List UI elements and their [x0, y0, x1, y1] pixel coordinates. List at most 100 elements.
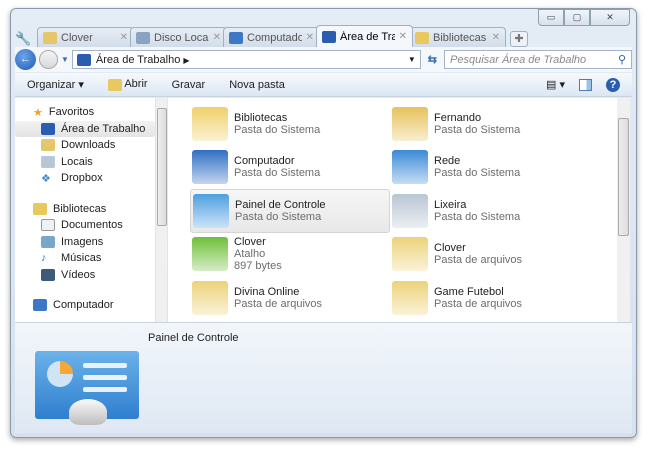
sidebar-item-area-de-trabalho[interactable]: Área de Trabalho — [15, 120, 155, 137]
desktop-icon — [76, 53, 91, 66]
minimize-button[interactable]: ▭ — [538, 9, 564, 26]
file-item[interactable]: Painel de Controle Pasta do Sistema — [190, 189, 390, 233]
maximize-button[interactable]: ▢ — [564, 9, 590, 26]
close-tab-icon[interactable]: ✕ — [213, 32, 221, 43]
command-bar: Organizar ▾ Abrir Gravar Nova pasta ▤ ▾ … — [15, 73, 632, 97]
window-controls: ▭ ▢ ✕ — [538, 9, 630, 26]
file-item[interactable]: Divina Online Pasta de arquivos — [190, 276, 390, 320]
file-item[interactable]: Rede Pasta do Sistema — [390, 146, 590, 190]
tab-area-de-trabalho[interactable]: Área de Traba...✕ — [316, 25, 413, 47]
item-type: Pasta de arquivos — [434, 297, 523, 310]
item-type: Pasta do Sistema — [234, 167, 321, 180]
sidebar-item-imagens[interactable]: Imagens — [15, 234, 155, 251]
item-type: Pasta de arquivos — [234, 297, 323, 310]
sidebar-item-dropbox[interactable]: ❖ Dropbox — [15, 170, 155, 187]
file-list-scrollbar[interactable] — [617, 98, 630, 322]
item-name: Fernando — [434, 111, 482, 124]
file-item[interactable]: Clover Atalho 897 bytes — [190, 233, 390, 277]
item-size: 897 bytes — [234, 260, 282, 273]
breadcrumb-arrow-icon[interactable]: ▶ — [183, 56, 189, 65]
item-name: Bibliotecas — [234, 111, 288, 124]
sidebar-favorites[interactable]: ★ Favoritos — [15, 104, 155, 121]
drive-icon — [136, 31, 150, 44]
file-item[interactable]: Lixeira Pasta do Sistema — [390, 189, 590, 233]
file-list: Bibliotecas Pasta do Sistema Fernando Pa… — [168, 98, 617, 322]
item-type: Atalho — [234, 248, 266, 261]
new-tab-button[interactable]: ✚ — [510, 31, 528, 47]
navigation-pane: ★ Favoritos Área de Trabalho Downloads Lo… — [15, 98, 155, 322]
library-icon — [415, 31, 429, 44]
sidebar-computador[interactable]: Computador — [15, 297, 155, 314]
selected-item-name: Painel de Controle — [148, 332, 239, 344]
back-button[interactable]: ← — [15, 49, 36, 70]
item-name: Divina Online — [234, 285, 300, 298]
search-input[interactable]: Pesquisar Área de Trabalho ⚲ — [444, 50, 632, 69]
item-name: Game Futebol — [434, 285, 504, 298]
item-type: Pasta do Sistema — [434, 210, 521, 223]
tab-clover[interactable]: Clover ✕ — [37, 27, 134, 47]
item-name: Clover — [434, 242, 466, 255]
history-dropdown-icon[interactable]: ▼ — [61, 55, 69, 64]
file-item[interactable]: Clover Pasta de arquivos — [390, 233, 590, 277]
item-icon — [392, 150, 428, 185]
sidebar-item-locais[interactable]: Locais — [15, 154, 155, 171]
control-panel-large-icon — [35, 351, 139, 425]
details-pane: Painel de Controle — [15, 322, 632, 433]
close-tab-icon[interactable]: ✕ — [492, 32, 500, 43]
wrench-icon[interactable]: 🔧 — [15, 31, 37, 47]
tab-bibliotecas[interactable]: Bibliotecas ✕ — [409, 27, 506, 47]
sidebar-item-documentos[interactable]: Documentos — [15, 217, 155, 234]
item-icon — [192, 280, 228, 315]
open-button[interactable]: Abrir — [107, 78, 148, 91]
organize-button[interactable]: Organizar ▾ — [27, 78, 84, 91]
folder-icon — [43, 31, 57, 44]
close-tab-icon[interactable]: ✕ — [306, 32, 314, 43]
desktop-icon — [322, 30, 336, 43]
item-icon — [193, 193, 229, 228]
item-type: Pasta do Sistema — [434, 123, 521, 136]
burn-button[interactable]: Gravar — [172, 79, 206, 91]
navigation-bar: ← ▼ Área de Trabalho ▶ ▼ ⇆ Pesquisar Áre… — [15, 47, 632, 72]
item-icon — [192, 106, 228, 141]
sidebar-item-downloads[interactable]: Downloads — [15, 137, 155, 154]
open-folder-icon — [107, 78, 122, 91]
explorer-window: ▭ ▢ ✕ 🔧 Clover✕ Disco Local ...✕ Computa… — [10, 8, 637, 438]
item-icon — [192, 150, 228, 185]
tab-disco-local[interactable]: Disco Local ...✕ — [130, 27, 227, 47]
item-name: Computador — [234, 155, 295, 168]
search-icon[interactable]: ⚲ — [618, 53, 626, 66]
tab-computador[interactable]: Computador ✕ — [223, 27, 320, 47]
item-type: Pasta do Sistema — [235, 210, 322, 223]
pictures-icon — [41, 235, 55, 248]
sidebar-item-videos[interactable]: Vídeos — [15, 267, 155, 284]
forward-button[interactable] — [39, 50, 58, 69]
close-button[interactable]: ✕ — [590, 9, 630, 26]
item-name: Rede — [434, 155, 461, 168]
item-icon — [392, 237, 428, 272]
sidebar-item-musicas[interactable]: ♪ Músicas — [15, 250, 155, 267]
sidebar-bibliotecas[interactable]: Bibliotecas — [15, 201, 155, 218]
downloads-icon — [41, 139, 55, 152]
refresh-button[interactable]: ⇆ — [424, 53, 441, 66]
close-tab-icon[interactable]: ✕ — [120, 32, 128, 43]
address-dropdown-icon[interactable]: ▼ — [408, 55, 416, 64]
file-item[interactable]: Computador Pasta do Sistema — [190, 146, 390, 190]
tab-bar: 🔧 Clover✕ Disco Local ...✕ Computador✕ Á… — [15, 25, 528, 47]
star-icon: ★ — [33, 106, 43, 119]
file-item[interactable]: Bibliotecas Pasta do Sistema — [190, 102, 390, 146]
new-folder-button[interactable]: Nova pasta — [229, 79, 285, 91]
item-name: Lixeira — [434, 198, 467, 211]
file-item[interactable]: Game Futebol Pasta de arquivos — [390, 276, 590, 320]
close-tab-icon[interactable]: ✕ — [399, 31, 407, 42]
videos-icon — [41, 268, 55, 281]
preview-pane-icon[interactable] — [579, 78, 592, 91]
address-bar[interactable]: Área de Trabalho ▶ ▼ — [71, 50, 421, 69]
navigation-scrollbar[interactable] — [155, 98, 167, 322]
file-item[interactable]: Fernando Pasta do Sistema — [390, 102, 590, 146]
computer-icon — [33, 299, 47, 312]
view-options-icon[interactable]: ▤ ▾ — [546, 78, 565, 91]
music-icon: ♪ — [41, 252, 47, 265]
help-icon[interactable]: ? — [606, 77, 620, 92]
library-icon — [33, 202, 47, 215]
item-type: Pasta do Sistema — [434, 167, 521, 180]
